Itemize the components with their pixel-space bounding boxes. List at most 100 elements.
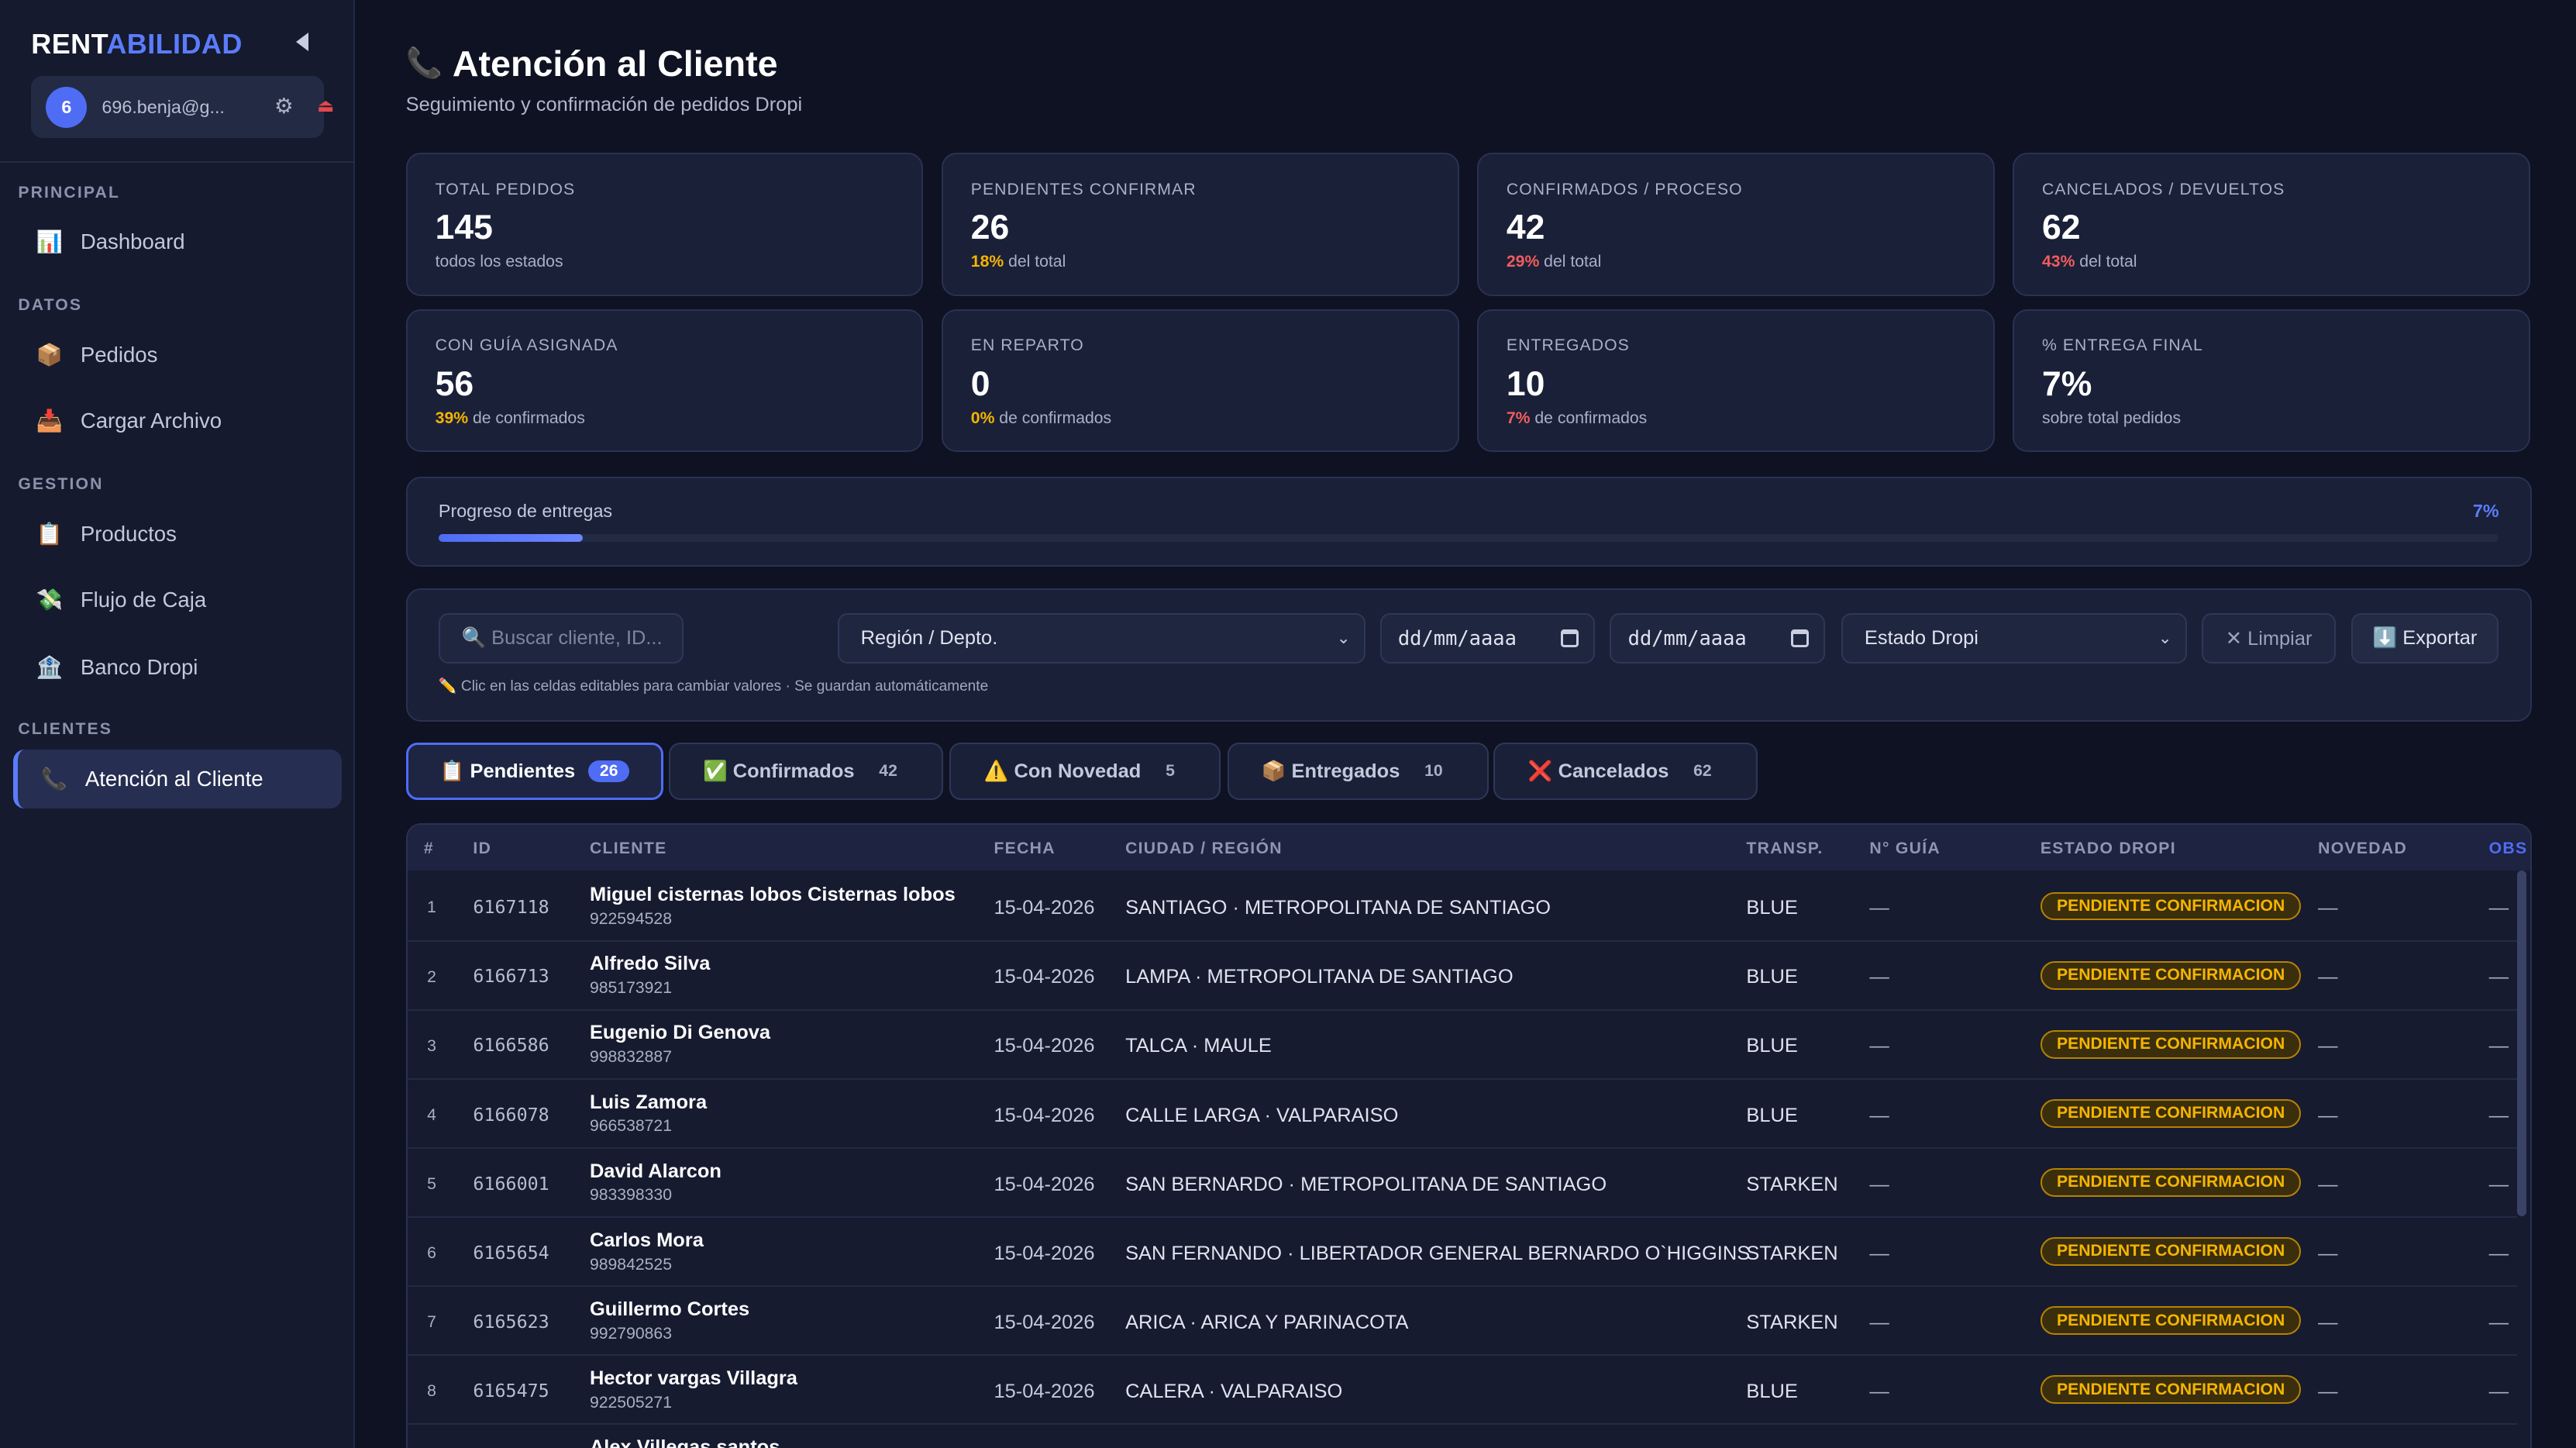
novedad-cell[interactable]: — (2318, 1381, 2337, 1403)
sidebar-item-flujo-caja[interactable]: 💸 Flujo de Caja (13, 571, 342, 629)
progress-track (438, 533, 2499, 543)
filter-panel: 🔍 Buscar cliente, ID... Región / Depto. ⌄… (405, 588, 2532, 722)
tracking-number[interactable]: — (1869, 1035, 1889, 1057)
status-badge[interactable]: PENDIENTE CONFIRMACION (2040, 892, 2302, 921)
obs-cell[interactable]: — (2489, 1243, 2509, 1265)
sidebar-item-banco-dropi[interactable]: 🏦 Banco Dropi (13, 638, 342, 697)
obs-cell[interactable]: — (2489, 1312, 2509, 1334)
table-row[interactable]: 5 6166001 David Alarcon 983398330 15-04-2026… (407, 1149, 2517, 1218)
tracking-number[interactable]: — (1869, 966, 1889, 988)
client-name: Eugenio Di Genova (589, 1022, 771, 1044)
user-card[interactable]: 6 696.benja@g... ⚙ ⏏ (31, 75, 334, 139)
progress-value: 7% (2472, 501, 2499, 522)
tab-con-novedad[interactable]: ⚠️ Con Novedad 5 (949, 743, 1221, 801)
table-row[interactable]: 7 6165623 Guillermo Cortes 992790863 15-04-2… (407, 1287, 2517, 1356)
col-header-estado[interactable]: ESTADO DROPI (2040, 839, 2176, 858)
tracking-number[interactable]: — (1869, 1105, 1889, 1127)
calendar-icon[interactable] (1560, 629, 1579, 648)
status-badge[interactable]: PENDIENTE CONFIRMACION (2040, 1237, 2302, 1266)
novedad-cell[interactable]: — (2318, 897, 2337, 919)
logo-part-abilidad: ABILIDAD (106, 28, 243, 60)
status-badge[interactable]: PENDIENTE CONFIRMACION (2040, 1306, 2302, 1335)
obs-cell[interactable]: — (2489, 1174, 2509, 1196)
carrier: BLUE (1746, 1380, 1798, 1402)
tracking-number[interactable]: — (1869, 1174, 1889, 1196)
table-row[interactable]: 6 6165654 Carlos Mora 989842525 15-04-2026 SA… (407, 1218, 2517, 1287)
table-row[interactable]: 3 6166586 Eugenio Di Genova 998832887 15-04-… (407, 1011, 2517, 1080)
sidebar-item-dashboard[interactable]: 📊 Dashboard (13, 212, 342, 271)
region-select[interactable]: Región / Depto. ⌄ (838, 612, 1365, 664)
status-badge[interactable]: PENDIENTE CONFIRMACION (2040, 961, 2302, 990)
col-header-id[interactable]: ID (473, 839, 491, 858)
col-header-guia[interactable]: N° GUÍA (1869, 839, 1941, 858)
status-badge[interactable]: PENDIENTE CONFIRMACION (2040, 1375, 2302, 1404)
table-row[interactable]: 2 6166713 Alfredo Silva 985173921 15-04-2026… (407, 942, 2517, 1011)
sidebar-item-productos[interactable]: 📋 Productos (13, 505, 342, 564)
table-row[interactable]: 1 6167118 Miguel cisternas lobos Cisternas… (407, 873, 2517, 942)
table-row[interactable]: 4 6166078 Luis Zamora 966538721 15-04-2026 CA… (407, 1080, 2517, 1149)
clear-button[interactable]: ✕ Limpiar (2201, 612, 2337, 664)
sidebar-divider (0, 160, 355, 163)
obs-cell[interactable]: — (2489, 1381, 2509, 1403)
sidebar-item-atencion-cliente[interactable]: 📞 Atención al Cliente (12, 749, 342, 809)
novedad-cell[interactable]: — (2318, 1174, 2337, 1196)
status-badge[interactable]: PENDIENTE CONFIRMACION (2040, 1099, 2302, 1128)
sidebar-item-cargar-archivo[interactable]: 📥 Cargar Archivo (13, 391, 342, 450)
novedad-cell[interactable]: — (2318, 1312, 2337, 1334)
obs-cell[interactable]: — (2489, 966, 2509, 988)
stat-label: CON GUÍA ASIGNADA (435, 336, 618, 355)
novedad-cell[interactable]: — (2318, 1035, 2337, 1057)
status-badge[interactable]: PENDIENTE CONFIRMACION (2040, 1030, 2302, 1059)
row-number: 5 (427, 1174, 436, 1193)
obs-cell[interactable]: — (2489, 1035, 2509, 1057)
tab-entregados[interactable]: 📦 Entregados 10 (1227, 743, 1489, 801)
col-header-num: # (423, 839, 434, 858)
date-to-input[interactable]: dd/mm/aaaa (1610, 612, 1826, 664)
table-row[interactable]: Alex Villegas santos (408, 1425, 2517, 1448)
calendar-icon[interactable] (1790, 629, 1810, 648)
stat-value: 7% (2042, 364, 2092, 403)
novedad-cell[interactable]: — (2318, 1243, 2337, 1265)
stat-sub-text: del total (1004, 253, 1066, 271)
col-header-novedad[interactable]: NOVEDAD (2318, 839, 2407, 858)
col-header-ciudad[interactable]: CIUDAD / REGIÓN (1125, 839, 1283, 858)
table-scrollbar[interactable] (2516, 871, 2527, 1216)
tracking-number[interactable]: — (1869, 1243, 1889, 1265)
col-header-fecha[interactable]: FECHA (994, 839, 1055, 858)
stat-card-con-guia: CON GUÍA ASIGNADA 56 39% de confirmados (405, 309, 924, 452)
col-header-cliente[interactable]: CLIENTE (590, 839, 667, 858)
col-header-transp[interactable]: TRANSP. (1746, 839, 1823, 858)
tracking-number[interactable]: — (1869, 1381, 1889, 1403)
tracking-number[interactable]: — (1869, 1312, 1889, 1334)
gear-icon[interactable]: ⚙ (274, 94, 294, 119)
tab-confirmados[interactable]: ✅ Confirmados 42 (668, 743, 943, 801)
obs-cell[interactable]: — (2489, 897, 2509, 919)
tab-label-text: Pendientes (470, 760, 576, 783)
date-from-input[interactable]: dd/mm/aaaa (1379, 612, 1596, 664)
estado-select[interactable]: Estado Dropi ⌄ (1841, 612, 2187, 664)
sidebar-item-label: Productos (80, 521, 177, 546)
avatar: 6 (46, 87, 88, 129)
client-phone: 998832887 (589, 1048, 672, 1067)
sidebar-item-pedidos[interactable]: 📦 Pedidos (13, 326, 342, 384)
collapse-sidebar-icon[interactable] (296, 33, 308, 52)
tracking-number[interactable]: — (1869, 897, 1889, 919)
logout-icon[interactable]: ⏏ (317, 95, 334, 116)
tab-label: ❌ Cancelados (1528, 760, 1669, 783)
novedad-cell[interactable]: — (2318, 966, 2337, 988)
tab-pendientes[interactable]: 📋 Pendientes 26 (405, 743, 664, 801)
tab-cancelados[interactable]: ❌ Cancelados 62 (1493, 743, 1758, 801)
table-row[interactable]: 8 6165475 Hector vargas Villagra 922505271 1… (407, 1356, 2517, 1425)
stat-label: CONFIRMADOS / PROCESO (1506, 181, 1743, 199)
page-title: 📞 Atención al Cliente (406, 43, 778, 84)
order-id: 6166713 (473, 966, 549, 988)
obs-cell[interactable]: — (2489, 1105, 2509, 1127)
export-button[interactable]: ⬇️ Exportar (2350, 612, 2499, 664)
search-input[interactable]: 🔍 Buscar cliente, ID... (438, 612, 684, 664)
client-phone: 992790863 (589, 1324, 672, 1343)
novedad-cell[interactable]: — (2318, 1105, 2337, 1127)
col-header-obs[interactable]: OBS (2489, 839, 2528, 858)
status-badge[interactable]: PENDIENTE CONFIRMACION (2040, 1168, 2302, 1197)
stat-value: 56 (435, 364, 474, 403)
order-date: 15-04-2026 (994, 1311, 1095, 1333)
